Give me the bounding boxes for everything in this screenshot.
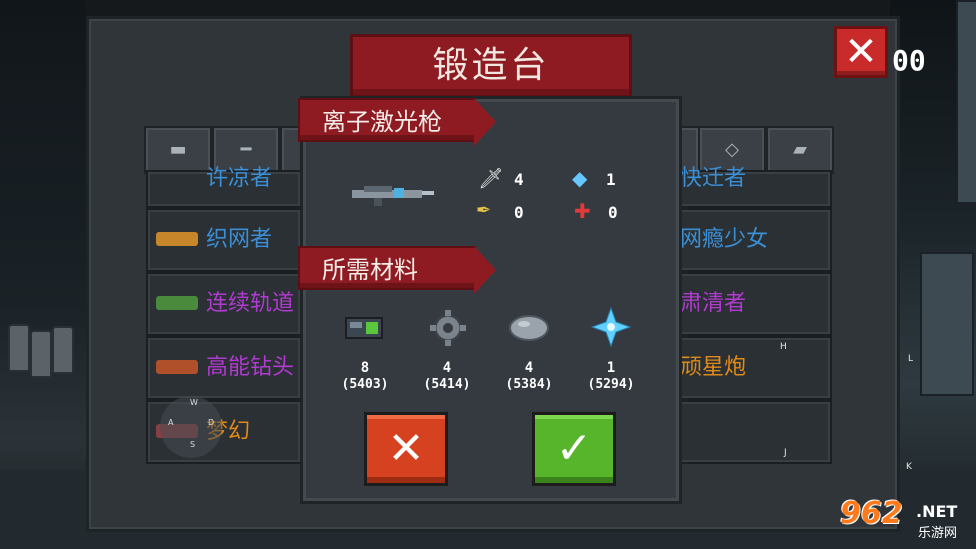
- materials-title: 所需材料: [322, 256, 418, 284]
- material-count: 1: [606, 360, 616, 376]
- close-button[interactable]: ✕: [834, 26, 888, 78]
- page-title: 锻造台: [432, 45, 550, 86]
- watermark-net: .NET: [916, 502, 958, 521]
- materials-ribbon: 所需材料: [298, 246, 496, 294]
- material-count: 4: [442, 360, 452, 376]
- damage-icon: 🗡: [478, 166, 504, 190]
- weapon-name: 连续轨道: [206, 291, 295, 316]
- list-item[interactable]: 织网者: [146, 208, 302, 272]
- close-icon: ✕: [844, 29, 878, 75]
- watermark-sub: 乐游网: [918, 526, 958, 541]
- battery-icon: [345, 317, 383, 339]
- gold-gun-icon: [156, 232, 198, 246]
- list-item[interactable]: 肃清者: [676, 272, 832, 336]
- watermark-number: 962: [840, 496, 903, 531]
- dialog-weapon-name: 离子激光枪: [322, 108, 442, 136]
- material-owned: (5414): [423, 377, 471, 392]
- background-left: [0, 0, 86, 549]
- machine: [920, 252, 974, 396]
- weapon-name: 网瘾少女: [680, 227, 769, 252]
- key-hint-h: H: [780, 342, 787, 352]
- title-banner: 锻造台: [350, 34, 632, 98]
- tab-pistol[interactable]: ▬: [144, 126, 212, 174]
- close-icon: ✕: [387, 423, 425, 474]
- joystick-key-a: A: [168, 418, 174, 427]
- list-item[interactable]: 高能钻头: [146, 336, 302, 400]
- list-item[interactable]: 连续轨道: [146, 272, 302, 336]
- shark-gun-icon: ▰: [793, 139, 807, 160]
- watermark-logo: 962 .NET 乐游网: [840, 496, 972, 544]
- tab-shark-gun[interactable]: ▰: [766, 126, 834, 174]
- crystal-icon: [590, 306, 632, 348]
- list-item[interactable]: 顽星炮: [676, 336, 832, 400]
- barrel: [30, 330, 52, 378]
- rifle-icon: ━: [240, 139, 252, 160]
- list-item[interactable]: 网瘾少女: [676, 208, 832, 272]
- key-hint-l: L: [908, 354, 914, 364]
- weapon-name: 织网者: [206, 227, 273, 252]
- weapon-name: 肃清者: [680, 291, 747, 316]
- score-readout: 00: [892, 44, 926, 77]
- list-item[interactable]: 快迁者: [676, 166, 832, 208]
- green-gun-icon: [156, 296, 198, 310]
- material-owned: (5384): [505, 377, 553, 392]
- craft-dialog: [300, 96, 682, 504]
- joystick-key-d: D: [208, 418, 215, 427]
- material-count: 8: [360, 360, 370, 376]
- material-count: 4: [524, 360, 534, 376]
- weapon-name: 快迁者: [680, 166, 747, 191]
- energy-value: 1: [606, 170, 616, 189]
- spread-icon: ✚: [574, 199, 591, 223]
- material-owned: (5403): [341, 377, 389, 392]
- list-item[interactable]: 许凉者: [146, 166, 302, 208]
- drill-icon: [156, 360, 198, 374]
- joystick[interactable]: W A D S: [160, 396, 222, 458]
- gear-icon: [430, 310, 466, 346]
- key-hint-k: K: [906, 462, 912, 472]
- key-hint-j: J: [784, 448, 787, 458]
- weapon-name: 高能钻头: [206, 355, 295, 380]
- target-icon: ◇: [725, 139, 739, 160]
- damage-value: 4: [514, 170, 524, 189]
- barrel: [52, 326, 74, 374]
- weapon-name-ribbon: 离子激光枪: [298, 98, 496, 146]
- ion-laser-gun-icon: [352, 186, 434, 206]
- weapon-name: 顽星炮: [680, 355, 747, 380]
- cancel-button[interactable]: ✕: [364, 412, 448, 486]
- pistol-icon: ▬: [169, 139, 187, 160]
- material-owned: (5294): [587, 377, 635, 392]
- list-item[interactable]: [676, 400, 832, 464]
- joystick-key-w: W: [190, 398, 198, 407]
- pillar: [956, 0, 976, 204]
- energy-icon: ◆: [572, 166, 588, 190]
- joystick-key-s: S: [190, 440, 196, 449]
- crit-value: 0: [514, 203, 524, 222]
- check-icon: ✓: [555, 423, 593, 474]
- ore-icon: [509, 315, 549, 341]
- confirm-button[interactable]: ✓: [532, 412, 616, 486]
- spread-value: 0: [608, 203, 618, 222]
- barrel: [8, 324, 30, 372]
- crit-icon: ✒: [476, 200, 492, 221]
- weapon-name: 许凉者: [206, 166, 273, 191]
